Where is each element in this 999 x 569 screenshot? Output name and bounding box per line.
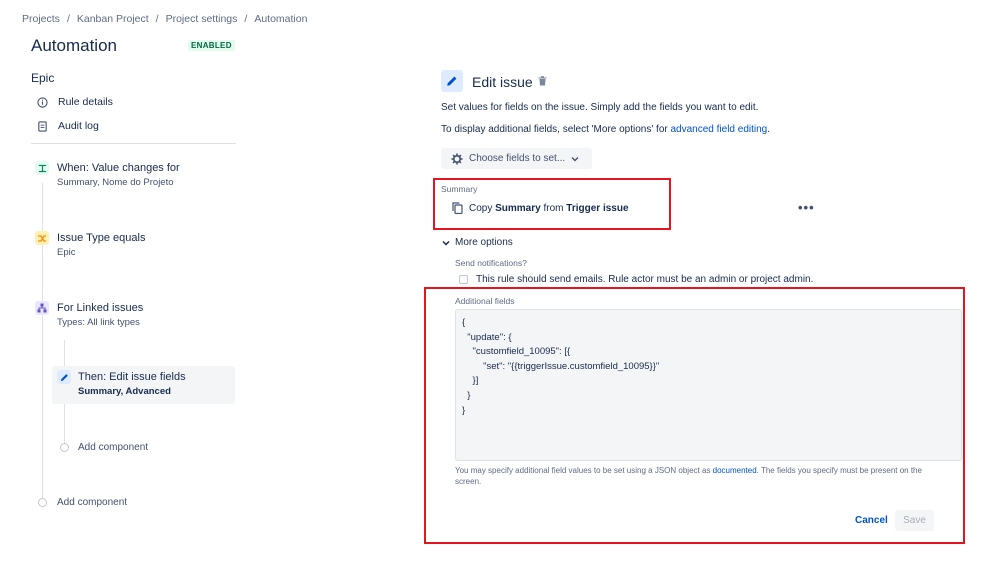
sidebar-item-audit-log[interactable]: Audit log — [37, 120, 99, 132]
sidebar-item-label: Audit log — [58, 120, 99, 132]
shuffle-icon — [35, 231, 49, 245]
hint-suffix: . — [767, 124, 771, 135]
step-subtitle: Summary, Advanced — [78, 386, 171, 397]
breadcrumb-kanban-project[interactable]: Kanban Project — [77, 13, 149, 25]
breadcrumb-projects[interactable]: Projects — [22, 13, 60, 25]
step-edit-issue-fields-text: Then: Edit issue fields Summary, Advance… — [78, 371, 186, 397]
status-badge: ENABLED — [188, 40, 235, 51]
copy-mid: from — [540, 202, 567, 214]
summary-field-label: Summary — [441, 184, 478, 194]
breadcrumb-separator: / — [66, 13, 70, 25]
copy-field: Summary — [495, 202, 541, 214]
additional-fields-label: Additional fields — [455, 296, 515, 306]
more-options-label: More options — [455, 237, 513, 248]
save-button[interactable]: Save — [895, 510, 934, 531]
rule-name: Epic — [31, 71, 55, 85]
info-icon — [37, 96, 48, 108]
copy-icon — [452, 202, 463, 214]
send-notifications-checkbox[interactable] — [459, 275, 468, 284]
hint-text: To display additional fields, select 'Mo… — [441, 124, 671, 135]
breadcrumb-separator: / — [244, 13, 248, 25]
additional-fields-json-input[interactable]: { "update": { "customfield_10095": [{ "s… — [455, 309, 962, 461]
step-issue-type[interactable]: Issue Type equals Epic — [57, 232, 145, 258]
step-title: Then: Edit issue fields — [78, 371, 186, 383]
send-notifications-option: This rule should send emails. Rule actor… — [459, 274, 813, 285]
breadcrumb-project-settings[interactable]: Project settings — [166, 13, 238, 25]
breadcrumb-separator: / — [155, 13, 159, 25]
breadcrumb-automation[interactable]: Automation — [254, 13, 307, 25]
pencil-icon — [57, 370, 71, 384]
chevron-down-icon — [442, 240, 450, 246]
step-title: When: Value changes for — [57, 162, 180, 174]
advanced-field-editing-link[interactable]: advanced field editing — [671, 124, 768, 135]
add-component-dot — [60, 443, 69, 452]
step-value-changes[interactable]: When: Value changes for Summary, Nome do… — [57, 162, 180, 188]
copy-prefix: Copy — [469, 202, 496, 214]
trigger-icon — [35, 161, 49, 175]
step-subtitle: Types: All link types — [57, 317, 140, 328]
more-options-toggle[interactable]: More options — [442, 237, 513, 248]
copy-source: Trigger issue — [566, 202, 629, 214]
chevron-down-icon — [571, 156, 579, 161]
sidebar-item-label: Rule details — [58, 96, 113, 108]
copy-text: Copy Summary from Trigger issue — [469, 203, 629, 214]
step-title: For Linked issues — [57, 302, 144, 314]
hierarchy-icon — [35, 301, 49, 315]
edit-issue-icon — [441, 70, 463, 92]
documented-link[interactable]: documented — [713, 466, 757, 475]
cancel-button[interactable]: Cancel — [855, 515, 888, 526]
add-component-outer-button[interactable]: Add component — [57, 497, 127, 508]
choose-fields-label: Choose fields to set... — [469, 153, 566, 164]
choose-fields-button[interactable]: Choose fields to set... — [441, 148, 592, 169]
editor-title: Edit issue — [472, 74, 533, 90]
step-title: Issue Type equals — [57, 232, 146, 244]
additional-fields-help: You may specify additional field values … — [455, 465, 933, 487]
send-notifications-label: Send notifications? — [455, 258, 527, 268]
step-linked-issues[interactable]: For Linked issues Types: All link types — [57, 302, 143, 328]
breadcrumb: Projects / Kanban Project / Project sett… — [22, 13, 307, 25]
summary-field-value[interactable]: Copy Summary from Trigger issue — [452, 202, 629, 214]
more-actions-button[interactable]: ••• — [798, 200, 815, 215]
add-component-dot — [38, 498, 47, 507]
step-subtitle: Summary, Nome do Projeto — [57, 177, 174, 188]
page-title: Automation — [31, 36, 117, 55]
document-icon — [38, 120, 47, 132]
send-notifications-text: This rule should send emails. Rule actor… — [476, 274, 814, 285]
sidebar-item-rule-details[interactable]: Rule details — [37, 96, 113, 108]
add-component-inner-button[interactable]: Add component — [78, 442, 148, 453]
editor-description: Set values for fields on the issue. Simp… — [441, 102, 759, 113]
sidebar-divider — [31, 143, 236, 144]
editor-advanced-hint: To display additional fields, select 'Mo… — [441, 124, 770, 135]
gear-icon — [451, 153, 463, 164]
trash-icon[interactable] — [538, 76, 547, 89]
step-subtitle: Epic — [57, 247, 76, 258]
help-text: You may specify additional field values … — [455, 466, 713, 475]
